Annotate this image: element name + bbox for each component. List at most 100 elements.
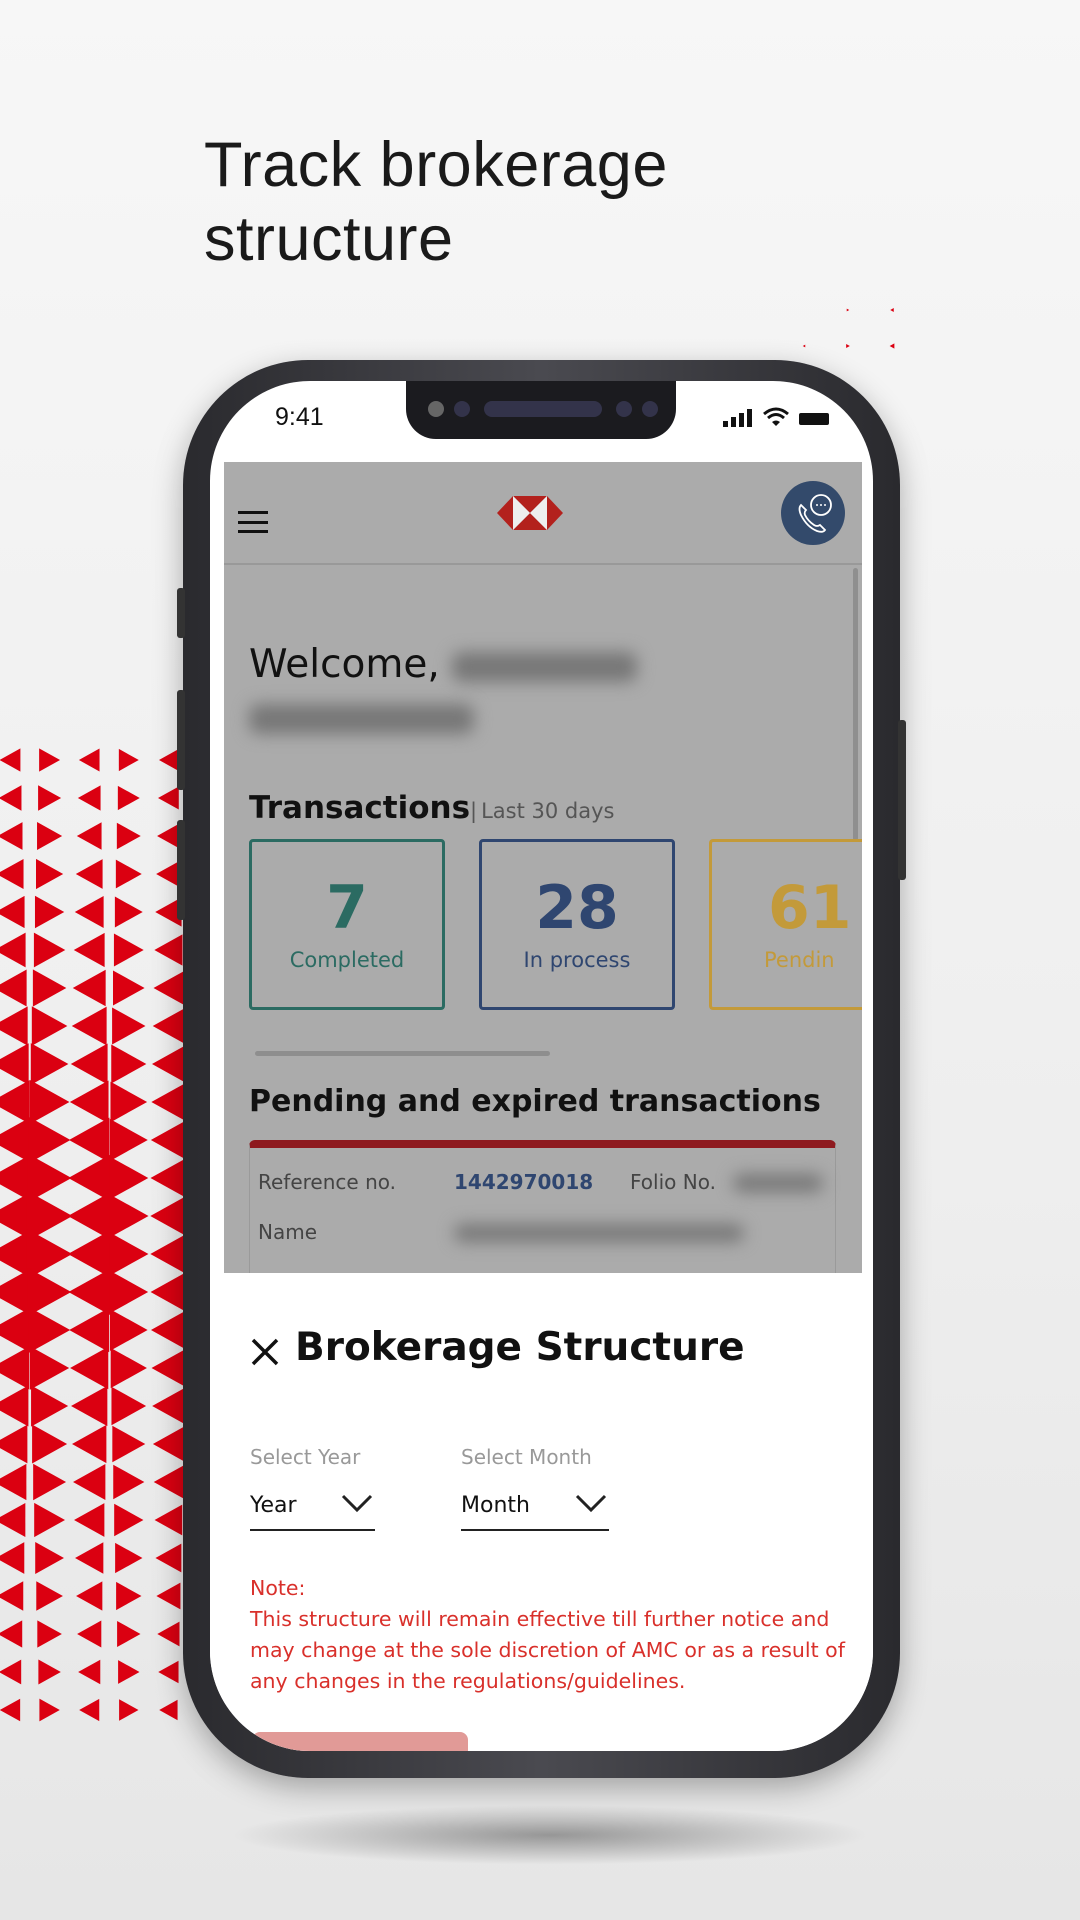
pattern-triangle <box>158 786 179 810</box>
sensor-dot <box>454 401 470 417</box>
pattern-triangle <box>0 1542 25 1574</box>
pattern-triangle <box>158 1660 179 1684</box>
pattern-triangle <box>114 896 143 928</box>
pattern-triangle <box>154 934 183 966</box>
pattern-triangle <box>152 1387 185 1425</box>
pattern-triangle <box>112 1425 146 1463</box>
pattern-triangle <box>79 1698 100 1722</box>
vertical-scrollbar[interactable] <box>853 568 858 841</box>
folio-label: Folio No. <box>630 1170 716 1194</box>
pattern-triangle <box>70 1043 108 1085</box>
pattern-triangle <box>0 1620 23 1648</box>
contact-button[interactable] <box>781 481 845 545</box>
pattern-triangle <box>78 1659 101 1685</box>
pattern-triangle <box>118 1660 140 1684</box>
pattern-triangle <box>0 858 24 890</box>
pattern-triangle <box>36 1581 63 1611</box>
pattern-triangle <box>77 1620 102 1648</box>
pattern-triangle <box>156 1582 181 1610</box>
card-label: Completed <box>289 948 405 972</box>
pattern-triangle <box>72 969 106 1007</box>
pattern-triangle <box>116 1581 142 1611</box>
chevron-down-icon <box>575 1494 607 1513</box>
pattern-triangle <box>109 1270 149 1314</box>
pattern-triangle <box>34 1502 66 1538</box>
pattern-triangle <box>0 1463 27 1501</box>
pattern-triangle <box>152 1426 184 1462</box>
reference-row: Reference no. 1442970018 Folio No. <box>258 1170 823 1194</box>
select-month-label: Select Month <box>461 1445 592 1469</box>
hamburger-icon[interactable] <box>238 511 268 533</box>
pattern-triangle <box>29 1079 70 1125</box>
pattern-triangle <box>154 1504 183 1536</box>
pending-card[interactable]: 61 Pendin <box>709 839 862 1010</box>
pattern-triangle <box>0 822 23 850</box>
pattern-triangle <box>39 1698 60 1722</box>
pattern-triangle <box>152 1008 185 1044</box>
pattern-triangle <box>0 785 22 811</box>
pattern-triangle <box>67 1192 111 1240</box>
pattern-triangle <box>113 933 144 967</box>
note-title: Note: <box>250 1576 306 1600</box>
pattern-triangle <box>68 1154 111 1202</box>
pattern-triangle <box>0 1043 29 1085</box>
pattern-triangle <box>159 1699 178 1721</box>
pattern-triangle <box>38 1659 61 1685</box>
pattern-triangle <box>69 1307 110 1353</box>
pattern-triangle <box>74 895 104 929</box>
transactions-title: Transactions <box>249 790 471 826</box>
pattern-triangle <box>117 785 140 811</box>
pattern-triangle <box>70 1346 109 1390</box>
pattern-triangle <box>28 1116 71 1164</box>
name-row: Name <box>258 1220 744 1244</box>
headline-line-2: structure <box>204 204 454 274</box>
blurred-user-name <box>249 703 474 734</box>
in-process-card[interactable]: 28 In process <box>479 839 675 1010</box>
name-label: Name <box>258 1220 318 1244</box>
status-time: 9:41 <box>275 403 324 431</box>
horizontal-scrollbar[interactable] <box>255 1051 550 1056</box>
pattern-triangle <box>153 971 184 1005</box>
submit-button[interactable] <box>252 1732 468 1751</box>
pattern-triangle <box>68 1268 110 1316</box>
pattern-triangle <box>802 344 806 348</box>
pattern-triangle <box>890 308 894 312</box>
pending-transaction-card[interactable]: Reference no. 1442970018 Folio No. Name <box>249 1140 836 1273</box>
brokerage-structure-sheet: Brokerage Structure Select Year Select M… <box>210 1273 873 1751</box>
pattern-triangle <box>150 1310 186 1350</box>
pattern-triangle <box>73 1464 106 1500</box>
phone-screen: 9:41 Welcome, Transactions| Last 30 days… <box>210 381 873 1751</box>
pattern-triangle <box>0 1659 22 1685</box>
note: Note: This structure will remain effecti… <box>250 1573 850 1697</box>
hsbc-logo <box>497 496 563 530</box>
blurred-user-name <box>452 651 638 682</box>
pattern-triangle <box>76 1581 103 1611</box>
pattern-triangle <box>75 1542 104 1574</box>
pattern-triangle <box>153 1465 184 1499</box>
month-dropdown[interactable]: Month <box>461 1483 609 1531</box>
select-year-label: Select Year <box>250 1445 361 1469</box>
pattern-triangle <box>76 822 102 850</box>
pattern-triangle <box>113 1464 145 1500</box>
pattern-triangle <box>112 1007 146 1045</box>
year-dropdown[interactable]: Year <box>250 1483 375 1531</box>
completed-card[interactable]: 7 Completed <box>249 839 445 1010</box>
card-label: Pendin <box>764 948 835 972</box>
pattern-triangle <box>35 858 64 890</box>
pattern-triangle <box>158 749 178 771</box>
pattern-triangle <box>151 1083 186 1121</box>
pattern-triangle <box>37 1620 62 1648</box>
close-icon[interactable] <box>250 1335 280 1373</box>
pattern-triangle <box>38 785 62 811</box>
pattern-triangle <box>32 969 67 1007</box>
pattern-triangle <box>119 1699 139 1721</box>
pattern-triangle <box>0 932 26 968</box>
wifi-icon <box>763 407 789 426</box>
app-background: Welcome, Transactions| Last 30 days 7 Com… <box>224 462 862 1273</box>
pattern-triangle <box>889 343 895 349</box>
pattern-triangle <box>0 1502 26 1538</box>
pattern-triangle <box>116 822 141 850</box>
pattern-triangle <box>115 859 142 889</box>
pattern-triangle <box>110 1081 148 1123</box>
pattern-triangle <box>33 932 66 968</box>
